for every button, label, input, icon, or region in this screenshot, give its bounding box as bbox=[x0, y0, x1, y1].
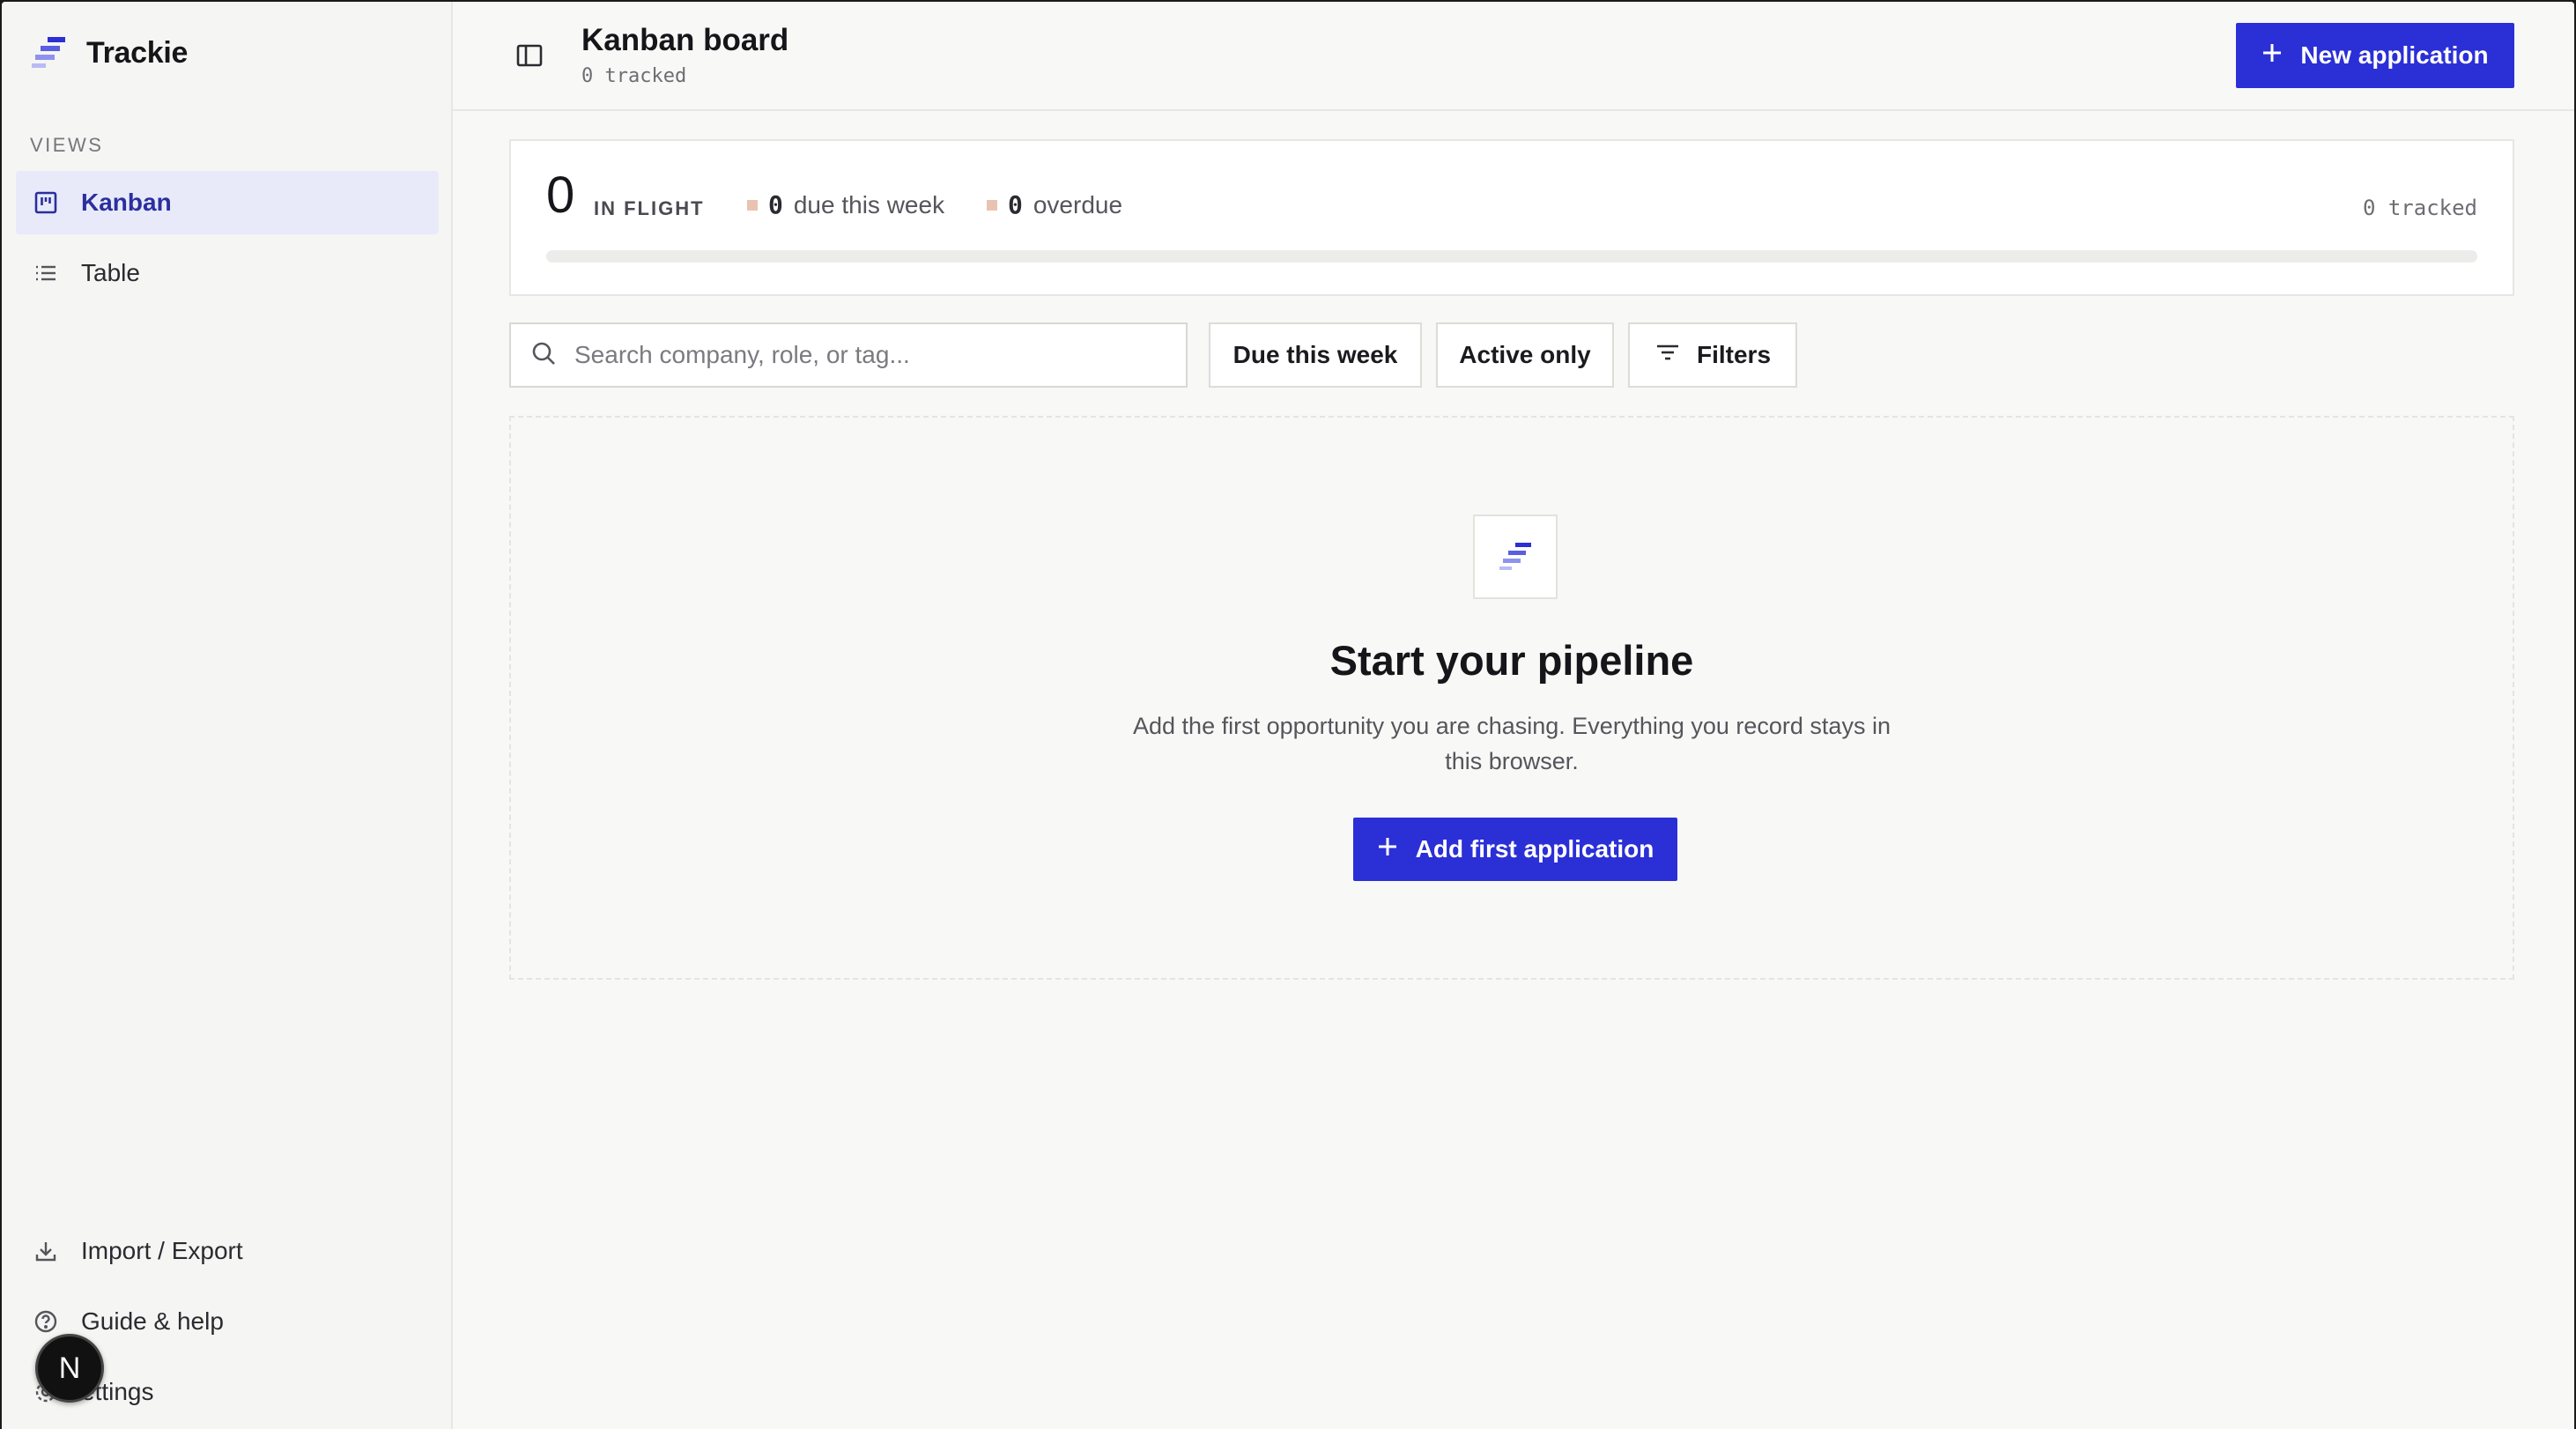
new-application-button[interactable]: New application bbox=[2236, 23, 2514, 88]
download-icon bbox=[32, 1237, 60, 1265]
progress-bar bbox=[546, 250, 2477, 263]
overdue-count: 0 bbox=[1008, 190, 1023, 219]
empty-state-title: Start your pipeline bbox=[1329, 637, 1694, 684]
add-first-application-button[interactable]: Add first application bbox=[1353, 818, 1677, 881]
help-circle-icon bbox=[32, 1307, 60, 1336]
filter-icon bbox=[1654, 339, 1681, 372]
due-this-week-filter-label: Due this week bbox=[1232, 341, 1398, 368]
sidebar-item-label: Import / Export bbox=[81, 1237, 243, 1264]
empty-state: Start your pipeline Add the first opport… bbox=[509, 416, 2514, 980]
search-icon bbox=[530, 340, 557, 371]
sidebar-item-label: Kanban bbox=[81, 189, 172, 216]
page-subtitle: 0 tracked bbox=[581, 65, 687, 87]
new-application-label: New application bbox=[2300, 41, 2489, 69]
page-title: Kanban board bbox=[581, 23, 789, 57]
brand[interactable]: Trackie bbox=[32, 33, 188, 73]
sidebar-item-import-export[interactable]: Import / Export bbox=[16, 1223, 439, 1279]
status-dot bbox=[747, 199, 758, 211]
empty-state-description: Add the first opportunity you are chasin… bbox=[1133, 713, 1891, 774]
avatar[interactable]: N bbox=[35, 1334, 104, 1403]
stats-summary: 0 IN FLIGHT 0 due this week 0 overdue 0 … bbox=[509, 139, 2514, 296]
sidebar: Trackie VIEWS Kanban Table Import / Expo… bbox=[2, 2, 453, 1429]
filters-button[interactable]: Filters bbox=[1628, 322, 1797, 388]
sidebar-toggle-icon[interactable] bbox=[514, 41, 544, 70]
active-only-filter-label: Active only bbox=[1459, 341, 1591, 368]
plus-icon bbox=[2261, 41, 2283, 70]
filters-label: Filters bbox=[1696, 341, 1772, 368]
trackie-logo-icon bbox=[1473, 515, 1558, 599]
tracked-count: 0 tracked bbox=[2362, 196, 2477, 220]
trackie-logo-icon bbox=[32, 33, 67, 73]
due-this-week-filter-button[interactable]: Due this week bbox=[1209, 322, 1422, 388]
due-label: due this week bbox=[793, 190, 945, 218]
in-flight-count: 0 bbox=[546, 167, 575, 224]
active-only-filter-button[interactable]: Active only bbox=[1436, 322, 1614, 388]
sidebar-item-label: Guide & help bbox=[81, 1307, 224, 1335]
in-flight-label: IN FLIGHT bbox=[594, 197, 705, 219]
sidebar-item-kanban[interactable]: Kanban bbox=[16, 171, 439, 234]
list-icon bbox=[32, 259, 60, 287]
overdue-stat: 0 overdue bbox=[987, 190, 1122, 219]
app-window: Trackie VIEWS Kanban Table Import / Expo… bbox=[2, 2, 2574, 1429]
status-dot bbox=[987, 199, 997, 211]
plus-icon bbox=[1377, 835, 1398, 863]
main-content: Kanban board 0 tracked New application 0… bbox=[453, 2, 2574, 1429]
add-first-application-label: Add first application bbox=[1415, 835, 1654, 863]
search-input[interactable] bbox=[574, 341, 1138, 369]
sidebar-item-label: Table bbox=[81, 259, 140, 286]
app-name: Trackie bbox=[86, 36, 189, 70]
topbar: Kanban board 0 tracked New application bbox=[453, 2, 2574, 111]
due-count: 0 bbox=[768, 190, 783, 219]
search-field[interactable] bbox=[509, 322, 1188, 388]
due-this-week-stat: 0 due this week bbox=[747, 190, 944, 219]
sidebar-item-table[interactable]: Table bbox=[16, 241, 439, 305]
views-section-label: VIEWS bbox=[30, 134, 104, 156]
overdue-label: overdue bbox=[1033, 190, 1123, 218]
kanban-icon bbox=[32, 189, 60, 217]
